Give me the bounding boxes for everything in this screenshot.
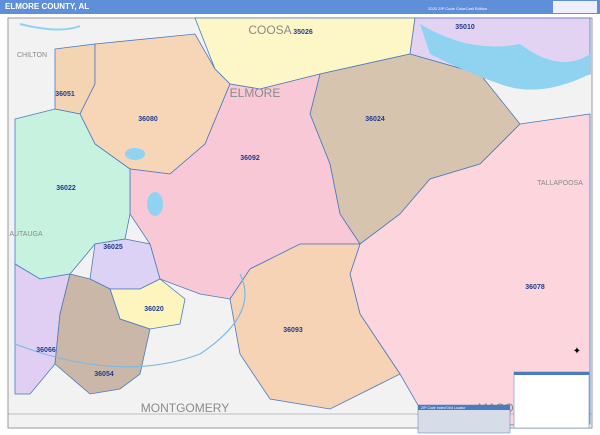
zip-label: 36024: [365, 116, 385, 123]
county-label: TALLAPOOSA: [537, 180, 583, 187]
zip-label: 35010: [455, 24, 475, 31]
publisher-logo: [553, 1, 597, 13]
zip-label: 36092: [240, 155, 260, 162]
map-title: ELMORE COUNTY, AL: [5, 2, 90, 11]
zip-label: 35026: [293, 29, 313, 36]
zip-label: 36020: [144, 306, 164, 313]
title-bar: ELMORE COUNTY, AL 2020 ZIP Code ColorCas…: [0, 0, 600, 14]
zip-area-36025[interactable]: [89, 238, 161, 290]
lake: [125, 148, 145, 160]
lake: [147, 192, 163, 216]
legend: [513, 371, 590, 429]
zip-label: 36054: [94, 371, 114, 378]
index-table-title: ZIP Code Index/Grid Locator: [421, 406, 466, 410]
county-label: COOSA: [248, 23, 291, 37]
zip-label: 36025: [103, 244, 123, 251]
zip-index-table: ZIP Code Index/Grid Locator: [417, 404, 511, 434]
zip-label: 36080: [138, 116, 158, 123]
county-label: ELMORE: [230, 86, 281, 100]
legend-box: [513, 371, 590, 429]
zip-label: 36066: [36, 347, 56, 354]
edition-label: 2020 ZIP Code ColorCast Edition: [428, 6, 488, 11]
county-label: AUTAUGA: [9, 231, 43, 238]
zip-label: 36022: [56, 185, 76, 192]
zip-label: 36093: [283, 327, 303, 334]
compass-rose-icon: ✦: [573, 346, 581, 357]
zip-label: 36051: [55, 91, 75, 98]
zip-label: 36078: [525, 284, 545, 291]
zip-code-map[interactable]: COOSA CHILTON ELMORE TALLAPOOSA AUTAUGA …: [0, 14, 600, 435]
legend-header: [514, 372, 589, 375]
county-label: CHILTON: [17, 52, 47, 59]
county-label: MONTGOMERY: [141, 401, 229, 415]
